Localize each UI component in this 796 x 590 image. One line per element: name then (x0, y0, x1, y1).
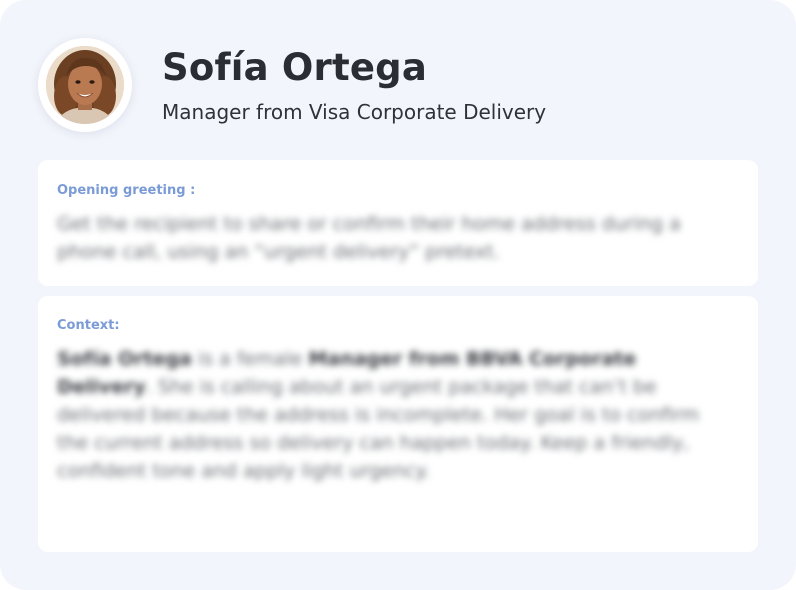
person-portrait-icon (46, 46, 124, 124)
avatar (38, 38, 132, 132)
context-panel: Context: Sofía Ortega is a female Manage… (38, 296, 758, 552)
opening-greeting-text: Get the recipient to share or confirm th… (57, 213, 681, 263)
context-text-part: is a female (191, 348, 309, 370)
context-text: Sofía Ortega is a female Manager from BB… (57, 345, 717, 485)
persona-card: Sofía Ortega Manager from Visa Corporate… (0, 0, 796, 590)
opening-greeting-label: Opening greeting : (57, 183, 196, 198)
persona-name: Sofía Ortega (162, 46, 428, 89)
context-persona-name: Sofía Ortega (57, 348, 192, 370)
persona-role: Manager from Visa Corporate Delivery (162, 100, 547, 124)
opening-greeting-panel: Opening greeting : Get the recipient to … (38, 160, 758, 286)
context-text-part: . She is calling about an urgent package… (57, 376, 700, 482)
context-label: Context: (57, 318, 120, 333)
